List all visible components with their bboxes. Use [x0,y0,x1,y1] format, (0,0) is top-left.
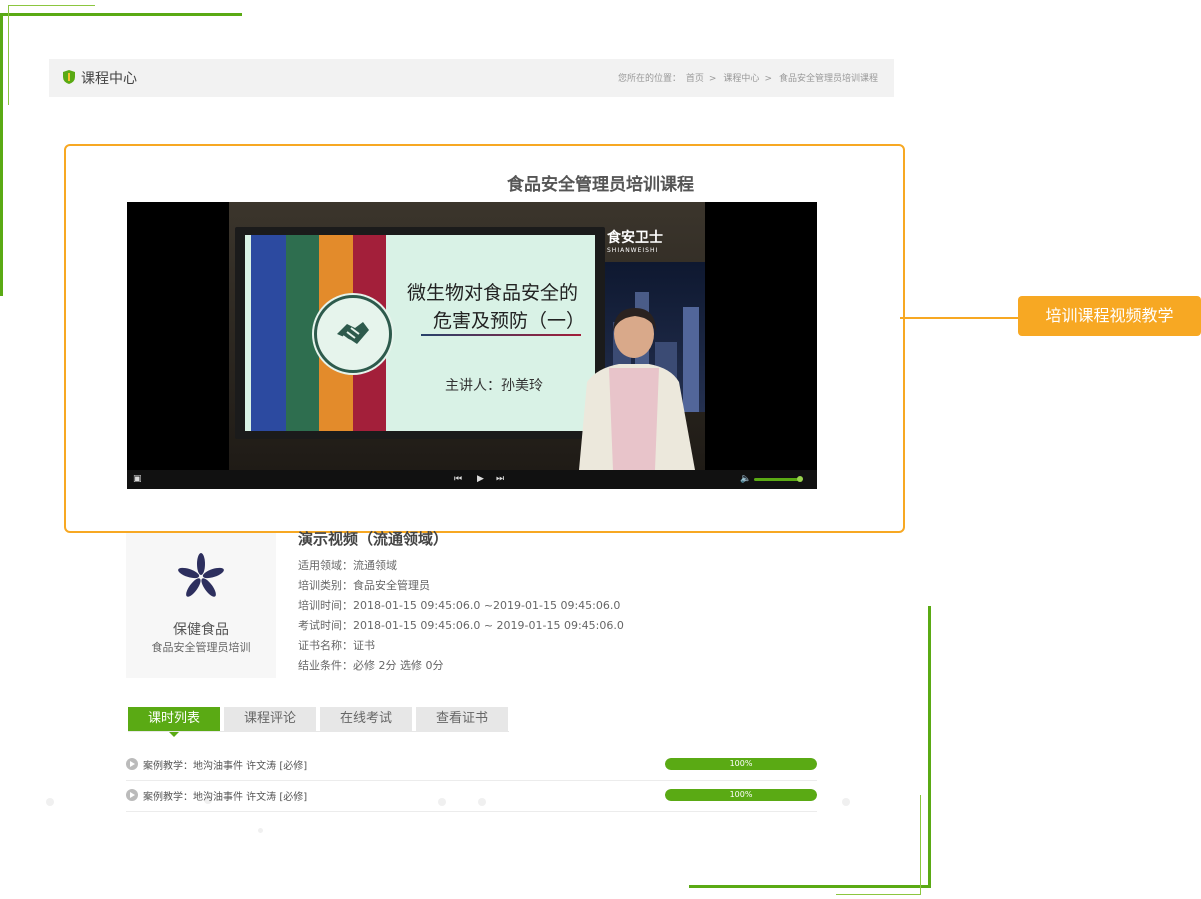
info-exam-time: 考试时间：2018-01-15 09:45:06.0 ~ 2019-01-15 … [298,619,624,632]
player-controls: ▣ ⏮ ▶ ⏭ 🔈 [127,470,817,489]
volume-icon[interactable]: 🔈 [740,474,751,484]
tab-lesson-list[interactable]: 课时列表 [128,707,220,737]
decor-line [920,795,921,895]
progress-label: 100% [729,759,753,768]
lesson-title[interactable]: 案例教学：地沟油事件 许文涛 [必修] [143,757,307,772]
slide-speaker: 主讲人：孙美玲 [445,378,543,394]
breadcrumb-prefix: 您所在的位置： [617,74,681,84]
list-item[interactable]: 案例教学：地沟油事件 许文涛 [必修] 100% [126,750,817,781]
card-title: 保健食品 [173,622,229,638]
breadcrumb-current: 食品安全管理员培训课程 [778,74,878,84]
progress-label: 100% [729,790,753,799]
video-player[interactable]: 微生物对食品安全的 危害及预防（一） 主讲人：孙美玲 食安卫士 SHIANWEI… [127,202,817,489]
decor-line [689,885,931,888]
tab-label: 课时列表 [147,711,200,726]
decor-line [8,5,95,6]
lecture-slide: 微生物对食品安全的 危害及预防（一） 主讲人：孙美玲 [245,235,595,431]
presenter-figure [579,308,695,470]
play-circle-icon[interactable] [126,789,138,801]
slide-heading-line2: 危害及预防（一） [433,310,586,332]
flower-logo-icon [178,553,224,597]
next-icon[interactable]: ⏭ [496,474,504,484]
callout-label: 培训课程视频教学 [1018,296,1201,336]
decor-line [0,13,242,16]
watermark-text: 食安卫士 [607,230,663,246]
handshake-icon [314,295,392,373]
play-icon[interactable]: ▶ [477,474,484,484]
slide-stripe [251,235,286,431]
decor-dot [842,798,850,806]
decor-line [928,606,931,888]
volume-slider[interactable] [754,478,800,481]
slide-divider [421,334,581,336]
info-category: 培训类别：食品安全管理员 [298,579,430,592]
tv-screen: 微生物对食品安全的 危害及预防（一） 主讲人：孙美玲 [235,227,605,439]
breadcrumb-home[interactable]: 首页 [686,74,704,84]
page-header: 课程中心 您所在的位置： 首页 > 课程中心 > 食品安全管理员培训课程 [49,59,894,97]
lesson-title[interactable]: 案例教学：地沟油事件 许文涛 [必修] [143,788,307,803]
channel-watermark: 食安卫士 SHIANWEISHI [607,227,663,254]
course-title: 食品安全管理员培训课程 [507,175,694,195]
course-card: 保健食品 食品安全管理员培训 [126,533,276,678]
progress-bar: 100% [665,789,817,801]
tab-online-exam[interactable]: 在线考试 [320,707,412,731]
decor-dot [258,828,263,833]
info-field: 适用领域：流通领域 [298,559,397,572]
tab-label: 查看证书 [435,711,488,726]
decor-dot [46,798,54,806]
list-item[interactable]: 案例教学：地沟油事件 许文涛 [必修] 100% [126,781,817,812]
decor-line [0,13,3,296]
watermark-subtext: SHIANWEISHI [607,247,659,254]
fullscreen-icon[interactable]: ▣ [133,474,142,484]
tab-label: 课程评论 [243,711,296,726]
course-info-title: 演示视频（流通领域） [298,530,449,548]
tab-label: 在线考试 [339,711,392,726]
decor-line [836,894,921,895]
chevron-right-icon: > [708,74,717,84]
tab-course-comments[interactable]: 课程评论 [224,707,316,731]
breadcrumb-course-center[interactable]: 课程中心 [723,74,759,84]
page-title: 课程中心 [81,71,137,87]
decor-line [8,5,9,105]
progress-bar: 100% [665,758,817,770]
slide-heading-line1: 微生物对食品安全的 [407,282,579,304]
video-frame[interactable]: 微生物对食品安全的 危害及预防（一） 主讲人：孙美玲 食安卫士 SHIANWEI… [229,202,705,470]
breadcrumb: 您所在的位置： 首页 > 课程中心 > 食品安全管理员培训课程 [616,71,878,84]
tab-view-certificate[interactable]: 查看证书 [416,707,508,731]
shield-icon [63,70,75,84]
info-training-time: 培训时间：2018-01-15 09:45:06.0 ~2019-01-15 0… [298,599,621,612]
volume-slider-handle[interactable] [797,476,803,482]
previous-icon[interactable]: ⏮ [454,474,462,484]
play-circle-icon[interactable] [126,758,138,770]
info-completion: 结业条件：必修 2分 选修 0分 [298,659,444,672]
card-subtitle: 食品安全管理员培训 [151,641,251,654]
tab-divider [128,731,509,732]
callout-connector [900,317,1018,319]
info-certificate: 证书名称：证书 [298,639,375,652]
chevron-right-icon: > [764,74,772,84]
